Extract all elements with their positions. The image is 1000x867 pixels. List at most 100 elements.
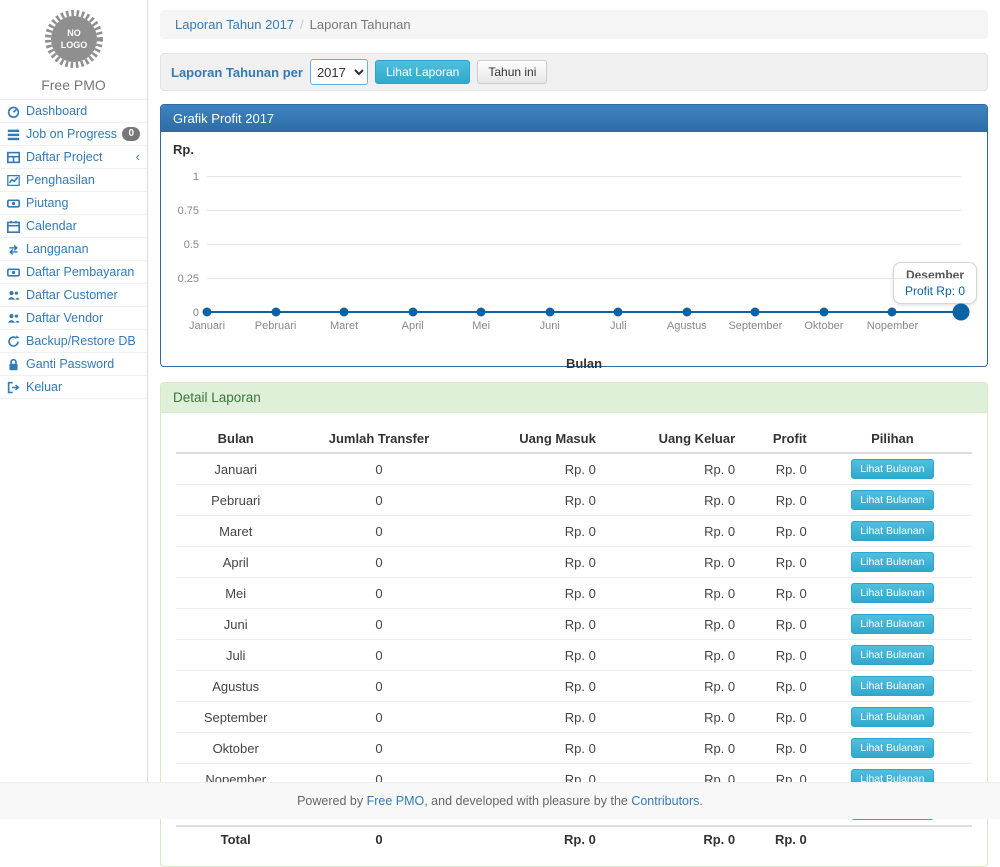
table-cell: Juli: [176, 640, 295, 671]
table-cell: Rp. 0: [463, 609, 602, 640]
table-cell: Rp. 0: [463, 485, 602, 516]
total-uang-keluar: Rp. 0: [602, 826, 741, 852]
chart-x-tick-label: Oktober: [804, 320, 843, 332]
chart-x-tick-label: Mei: [472, 320, 490, 332]
table-cell: Rp. 0: [741, 671, 813, 702]
tahun-ini-button[interactable]: Tahun ini: [477, 60, 547, 84]
table-cell: Rp. 0: [602, 485, 741, 516]
table-cell: Oktober: [176, 733, 295, 764]
chart-point-juli[interactable]: [614, 308, 623, 317]
table-cell: Rp. 0: [463, 578, 602, 609]
lihat-laporan-button[interactable]: Lihat Laporan: [375, 60, 470, 84]
chart-point-agustus[interactable]: [682, 308, 691, 317]
sidebar-item-daftar-customer[interactable]: Daftar Customer: [0, 284, 147, 307]
lihat-bulanan-button[interactable]: Lihat Bulanan: [851, 552, 933, 572]
money-icon: [7, 266, 21, 279]
table-cell: Maret: [176, 516, 295, 547]
tasks-icon: [7, 128, 21, 141]
sidebar-item-penghasilan[interactable]: Penghasilan: [0, 169, 147, 192]
line-chart-icon: [7, 174, 21, 187]
sidebar-item-langganan[interactable]: Langganan: [0, 238, 147, 261]
chart-point-juni[interactable]: [545, 308, 554, 317]
no-logo-seal-icon: NO LOGO: [43, 8, 105, 70]
tooltip-title: Desember: [905, 268, 965, 282]
chart-point-maret[interactable]: [340, 308, 349, 317]
table-cell: Rp. 0: [602, 671, 741, 702]
table-icon: [7, 151, 21, 164]
chart-panel-title: Grafik Profit 2017: [161, 105, 987, 132]
table-cell: Pebruari: [176, 485, 295, 516]
sidebar-item-daftar-pembayaran[interactable]: Daftar Pembayaran: [0, 261, 147, 284]
table-cell: Rp. 0: [463, 702, 602, 733]
table-cell: Rp. 0: [741, 453, 813, 485]
sidebar-item-piutang[interactable]: Piutang: [0, 192, 147, 215]
chart-x-tick-label: Juli: [610, 320, 627, 332]
chart-x-tick-label: September: [728, 320, 782, 332]
chart-point-april[interactable]: [408, 308, 417, 317]
sidebar-item-daftar-project[interactable]: Daftar Project ‹: [0, 146, 147, 169]
table-cell: Rp. 0: [602, 702, 741, 733]
lihat-bulanan-button[interactable]: Lihat Bulanan: [851, 583, 933, 603]
breadcrumb: Laporan Tahun 2017/Laporan Tahunan: [160, 10, 988, 39]
lihat-bulanan-button[interactable]: Lihat Bulanan: [851, 614, 933, 634]
sidebar-item-daftar-vendor[interactable]: Daftar Vendor: [0, 307, 147, 330]
footer: Powered by Free PMO, and developed with …: [0, 782, 1000, 819]
chart-point-desember[interactable]: [953, 304, 970, 321]
detail-panel-title: Detail Laporan: [161, 383, 987, 413]
col-header-bulan: Bulan: [176, 425, 295, 453]
col-header-pilihan: Pilihan: [813, 425, 972, 453]
table-row: Pebruari0Rp. 0Rp. 0Rp. 0Lihat Bulanan: [176, 485, 972, 516]
lihat-bulanan-button[interactable]: Lihat Bulanan: [851, 490, 933, 510]
col-header-uang-masuk: Uang Masuk: [463, 425, 602, 453]
sidebar-item-keluar[interactable]: Keluar: [0, 376, 147, 399]
chart-point-nopember[interactable]: [888, 308, 897, 317]
lihat-bulanan-button[interactable]: Lihat Bulanan: [851, 521, 933, 541]
profit-chart-panel: Grafik Profit 2017 Rp. Desember Profit R…: [160, 104, 988, 367]
tooltip-value: Profit Rp: 0: [905, 284, 965, 298]
chart-point-januari[interactable]: [203, 308, 212, 317]
lihat-bulanan-button[interactable]: Lihat Bulanan: [851, 645, 933, 665]
footer-brand-link[interactable]: Free PMO: [367, 794, 425, 808]
chart-gridline: 1: [207, 176, 961, 177]
table-cell: Januari: [176, 453, 295, 485]
sign-out-icon: [7, 381, 21, 394]
chart-point-september[interactable]: [751, 308, 760, 317]
total-profit: Rp. 0: [741, 826, 813, 852]
dashboard-icon: [7, 105, 21, 118]
footer-contributors-link[interactable]: Contributors: [631, 794, 699, 808]
table-cell: Rp. 0: [602, 547, 741, 578]
table-cell: 0: [295, 578, 462, 609]
sidebar-item-dashboard[interactable]: Dashboard: [0, 100, 147, 123]
table-cell: Rp. 0: [463, 547, 602, 578]
chart-gridline: 0.75: [207, 210, 961, 211]
chart-point-pebruari[interactable]: [271, 308, 280, 317]
table-cell: Rp. 0: [463, 733, 602, 764]
lihat-bulanan-button[interactable]: Lihat Bulanan: [851, 707, 933, 727]
chart-point-oktober[interactable]: [819, 308, 828, 317]
chart-series-line: [207, 311, 961, 313]
lihat-bulanan-button[interactable]: Lihat Bulanan: [851, 738, 933, 758]
page: NO LOGO Free PMO Dashboard Job on Progre…: [0, 0, 1000, 819]
table-cell: April: [176, 547, 295, 578]
breadcrumb-link[interactable]: Laporan Tahun 2017: [175, 17, 294, 32]
table-row: Juli0Rp. 0Rp. 0Rp. 0Lihat Bulanan: [176, 640, 972, 671]
lihat-bulanan-button[interactable]: Lihat Bulanan: [851, 676, 933, 696]
table-cell: Rp. 0: [602, 516, 741, 547]
main-content: Laporan Tahun 2017/Laporan Tahunan Lapor…: [148, 0, 1000, 782]
year-select[interactable]: 2017: [310, 59, 368, 85]
sidebar-item-backup-restore[interactable]: Backup/Restore DB: [0, 330, 147, 353]
chart-y-tick-label: 0.5: [165, 239, 199, 251]
lihat-bulanan-button[interactable]: Lihat Bulanan: [851, 459, 933, 479]
total-jumlah-transfer: 0: [295, 826, 462, 852]
table-cell: September: [176, 702, 295, 733]
sidebar-item-calendar[interactable]: Calendar: [0, 215, 147, 238]
svg-text:NO: NO: [67, 28, 81, 38]
sidebar-item-job-on-progress[interactable]: Job on Progress 0: [0, 123, 147, 146]
chart-x-tick-label: April: [402, 320, 424, 332]
chart-gridline: 0.25: [207, 278, 961, 279]
sidebar-item-ganti-password[interactable]: Ganti Password: [0, 353, 147, 376]
chart-point-mei[interactable]: [477, 308, 486, 317]
repeat-icon: [7, 243, 21, 256]
table-cell: Rp. 0: [741, 578, 813, 609]
table-row: Maret0Rp. 0Rp. 0Rp. 0Lihat Bulanan: [176, 516, 972, 547]
